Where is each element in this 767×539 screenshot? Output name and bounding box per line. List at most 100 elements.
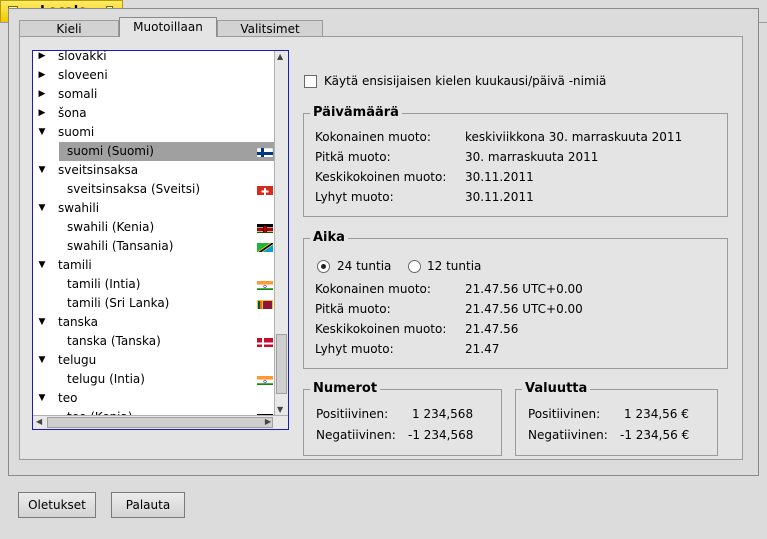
vertical-scroll-thumb[interactable]	[276, 334, 287, 394]
tree-item-label: tamili	[58, 258, 92, 272]
scroll-left-icon[interactable]: ◀	[36, 417, 42, 426]
numbers-positive-label: Positiivinen:	[316, 407, 389, 421]
tree-language-item[interactable]: ▼ sveitsinsaksa	[33, 161, 275, 180]
expanded-arrow-icon[interactable]: ▼	[37, 313, 47, 332]
scroll-up-icon[interactable]: ▲	[277, 52, 283, 61]
tree-locale-item[interactable]: swahili (Tansania)	[33, 237, 275, 256]
collapsed-arrow-icon[interactable]: ▶	[37, 85, 47, 104]
tree-language-item[interactable]: ▼ tamili	[33, 256, 275, 275]
tree-locale-item[interactable]: tanska (Tanska)	[33, 332, 275, 351]
radio-24h-label: 24 tuntia	[337, 259, 392, 273]
use-primary-names-label: Käytä ensisijaisen kielen kuukausi/päivä…	[324, 74, 607, 88]
tree-item-label: tanska (Tanska)	[67, 334, 161, 348]
tree-item-label: somali	[58, 87, 98, 101]
expanded-arrow-icon[interactable]: ▼	[37, 123, 47, 142]
tree-locale-item[interactable]: tamili (Sri Lanka)	[33, 294, 275, 313]
scroll-down-icon[interactable]: ▼	[277, 405, 283, 414]
tree-item-label: suomi (Suomi)	[67, 144, 154, 158]
tree-horizontal-scrollbar[interactable]: ◀ ▶	[33, 415, 288, 429]
date-full-value: keskiviikkona 30. marraskuuta 2011	[465, 130, 683, 144]
revert-button[interactable]: Palauta	[111, 492, 185, 518]
currency-group-title: Valuutta	[522, 381, 591, 397]
tree-item-label: sveitsinsaksa	[58, 163, 139, 177]
tree-item-label: teo	[58, 391, 78, 405]
tree-locale-item[interactable]: swahili (Kenia)	[33, 218, 275, 237]
collapsed-arrow-icon[interactable]: ▶	[37, 104, 47, 123]
switzerland-flag-icon	[257, 184, 273, 195]
tree-language-item[interactable]: ▼ telugu	[33, 351, 275, 370]
time-long-label: Pitkä muoto:	[315, 302, 391, 316]
tree-locale-item[interactable]: tamili (Intia)	[33, 275, 275, 294]
time-short-label: Lyhyt muoto:	[315, 342, 394, 356]
india-flag-icon	[257, 374, 273, 385]
date-long-label: Pitkä muoto:	[315, 150, 391, 164]
defaults-button[interactable]: Oletukset	[18, 492, 96, 518]
tree-locale-item[interactable]: suomi (Suomi)	[59, 142, 275, 161]
currency-positive-value: 1 234,56 €	[624, 407, 689, 421]
numbers-negative-label: Negatiivinen:	[316, 428, 396, 442]
time-short-value: 21.47	[465, 342, 500, 356]
expanded-arrow-icon[interactable]: ▼	[37, 199, 47, 218]
currency-positive-label: Positiivinen:	[528, 407, 601, 421]
tree-item-label: tamili (Sri Lanka)	[67, 296, 170, 310]
date-medium-label: Keskikokoinen muoto:	[315, 170, 447, 184]
tree-language-item[interactable]: ▼ teo	[33, 389, 275, 408]
tree-item-label: suomi	[58, 125, 95, 139]
tree-item-label: slovakki	[58, 50, 107, 63]
tree-item-label: swahili (Tansania)	[67, 239, 174, 253]
tree-locale-item[interactable]: telugu (Intia)	[33, 370, 275, 389]
tree-item-label: telugu	[58, 353, 97, 367]
horizontal-scroll-thumb[interactable]	[47, 417, 273, 428]
date-short-label: Lyhyt muoto:	[315, 190, 394, 204]
tree-item-label: sveitsinsaksa (Sveitsi)	[67, 182, 201, 196]
expanded-arrow-icon[interactable]: ▼	[37, 256, 47, 275]
date-medium-value: 30.11.2011	[465, 170, 534, 184]
tree-language-item[interactable]: ▶ sloveeni	[33, 66, 275, 85]
kenya-flag-icon	[257, 222, 273, 233]
use-primary-names-checkbox[interactable]	[304, 75, 317, 88]
language-tree[interactable]: ▶ slovakki ▶ sloveeni ▶ somali ▶ šona ▼ suomi suom…	[32, 50, 289, 430]
scroll-right-icon[interactable]: ▶	[265, 417, 271, 426]
numbers-positive-value: 1 234,568	[412, 407, 474, 421]
denmark-flag-icon	[257, 336, 273, 347]
radio-12h[interactable]	[408, 260, 421, 273]
tree-item-label: sloveeni	[58, 68, 108, 82]
expanded-arrow-icon[interactable]: ▼	[37, 389, 47, 408]
radio-12h-label: 12 tuntia	[427, 259, 482, 273]
tree-language-item[interactable]: ▶ slovakki	[33, 50, 275, 66]
collapsed-arrow-icon[interactable]: ▶	[37, 66, 47, 85]
tree-item-label: tanska	[58, 315, 99, 329]
time-long-value: 21.47.56 UTC+0.00	[465, 302, 583, 316]
tab-kieli[interactable]: Kieli	[19, 20, 119, 36]
tree-item-label: swahili	[58, 201, 100, 215]
expanded-arrow-icon[interactable]: ▼	[37, 161, 47, 180]
currency-negative-label: Negatiivinen:	[528, 428, 608, 442]
radio-24h[interactable]	[317, 260, 330, 273]
date-group-title: Päivämäärä	[310, 105, 402, 121]
finland-flag-icon	[257, 146, 273, 157]
tree-item-label: tamili (Intia)	[67, 277, 141, 291]
tree-vertical-scrollbar[interactable]: ▲ ▼	[274, 51, 288, 415]
tree-item-label: telugu (Intia)	[67, 372, 145, 386]
time-full-value: 21.47.56 UTC+0.00	[465, 282, 583, 296]
collapsed-arrow-icon[interactable]: ▶	[37, 51, 47, 66]
numbers-group: Numerot	[303, 381, 502, 456]
date-long-value: 30. marraskuuta 2011	[465, 150, 599, 164]
tree-language-item[interactable]: ▶ somali	[33, 85, 275, 104]
tab-valitsimet[interactable]: Valitsimet	[217, 20, 323, 36]
india-flag-icon	[257, 279, 273, 290]
tree-language-item[interactable]: ▼ suomi	[33, 123, 275, 142]
tree-language-item[interactable]: ▼ tanska	[33, 313, 275, 332]
numbers-group-title: Numerot	[310, 381, 381, 397]
tree-locale-item[interactable]: sveitsinsaksa (Sveitsi)	[33, 180, 275, 199]
time-medium-label: Keskikokoinen muoto:	[315, 322, 447, 336]
expanded-arrow-icon[interactable]: ▼	[37, 351, 47, 370]
tanzania-flag-icon	[257, 241, 273, 252]
time-group-title: Aika	[310, 230, 348, 246]
tree-language-item[interactable]: ▶ šona	[33, 104, 275, 123]
tree-language-item[interactable]: ▼ swahili	[33, 199, 275, 218]
tree-item-label: swahili (Kenia)	[67, 220, 155, 234]
tab-muotoillaan[interactable]: Muotoillaan	[119, 17, 217, 37]
date-full-label: Kokonainen muoto:	[315, 130, 431, 144]
date-short-value: 30.11.2011	[465, 190, 534, 204]
